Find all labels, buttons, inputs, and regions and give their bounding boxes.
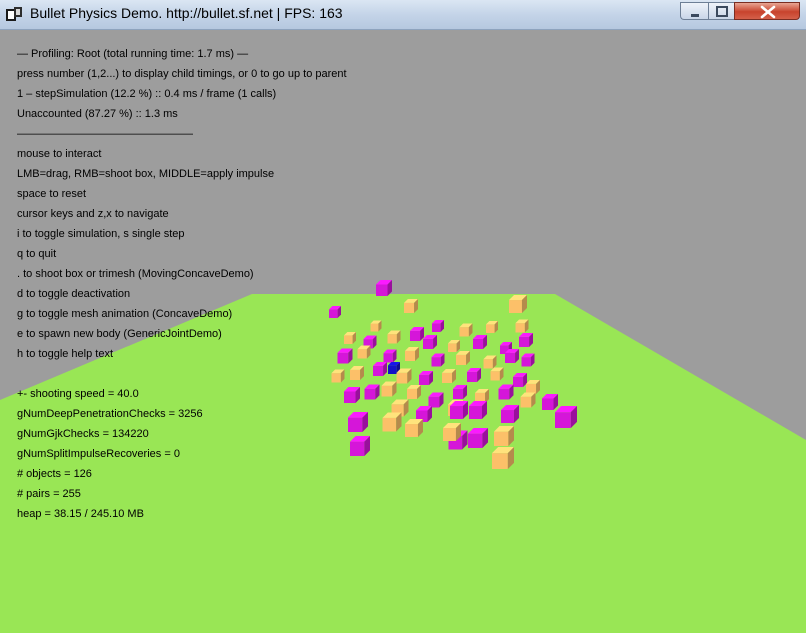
physics-box: [376, 280, 392, 296]
minimize-button[interactable]: [680, 2, 708, 20]
physics-box: [382, 412, 402, 432]
hud-line: gNumSplitImpulseRecoveries = 0: [17, 448, 180, 460]
physics-box: [509, 295, 527, 313]
physics-box: [459, 323, 473, 337]
title-bar[interactable]: Bullet Physics Demo. http://bullet.sf.ne…: [0, 0, 806, 30]
window-title: Bullet Physics Demo. http://bullet.sf.ne…: [30, 5, 343, 21]
hud-line: gNumDeepPenetrationChecks = 3256: [17, 408, 203, 420]
maximize-icon: [716, 6, 728, 17]
physics-box: [467, 368, 481, 382]
physics-box: [396, 368, 412, 384]
close-icon: [760, 5, 776, 19]
physics-box: [348, 412, 368, 432]
physics-box: [350, 436, 370, 456]
physics-box: [490, 367, 504, 381]
physics-box: [483, 355, 497, 369]
physics-box: [494, 426, 514, 446]
physics-box: [383, 349, 397, 363]
hud-line: # pairs = 255: [17, 488, 81, 500]
physics-box: [450, 401, 468, 419]
physics-box: [405, 419, 423, 437]
physics-box: [501, 405, 519, 423]
physics-box: [432, 320, 444, 332]
physics-box: [475, 389, 489, 403]
physics-box: [521, 353, 535, 367]
hud-line: e to spawn new body (GenericJointDemo): [17, 328, 222, 340]
physics-box: [373, 362, 387, 376]
hud-line: gNumGjkChecks = 134220: [17, 428, 149, 440]
physics-box: [448, 340, 460, 352]
hud-line: — Profiling: Root (total running time: 1…: [17, 48, 249, 60]
physics-box: [428, 392, 444, 408]
physics-box: [526, 380, 540, 394]
physics-box: [404, 299, 418, 313]
physics-box: [344, 387, 360, 403]
hud-line: cursor keys and z,x to navigate: [17, 208, 169, 220]
hud-line: +- shooting speed = 40.0: [17, 388, 139, 400]
physics-box: [492, 447, 514, 469]
hud-line: mouse to interact: [17, 148, 102, 160]
hud-line: space to reset: [17, 188, 87, 200]
physics-box: [443, 423, 461, 441]
physics-box: [453, 385, 467, 399]
physics-box: [337, 348, 353, 364]
hud-line: ————————————————: [17, 128, 193, 140]
physics-box: [498, 384, 514, 400]
hud-line: i to toggle simulation, s single step: [17, 228, 185, 240]
physics-box: [505, 349, 519, 363]
bullet-app-icon: [6, 7, 22, 21]
maximize-button[interactable]: [708, 2, 734, 20]
physics-box: [331, 369, 345, 383]
physics-box: [381, 381, 397, 397]
hud-line: g to toggle mesh animation (ConcaveDemo): [17, 308, 233, 320]
physics-box: [542, 394, 558, 410]
hud-line: q to quit: [17, 248, 57, 260]
physics-box: [520, 392, 536, 408]
physics-box: [431, 353, 445, 367]
hud-line: . to shoot box or trimesh (MovingConcave…: [17, 268, 254, 280]
physics-box: [329, 306, 341, 318]
physics-box: [419, 371, 433, 385]
hud-line: d to toggle deactivation: [17, 288, 131, 300]
3d-viewport[interactable]: — Profiling: Root (total running time: 1…: [0, 30, 806, 633]
hud-line: # objects = 126: [17, 468, 92, 480]
physics-box: [387, 330, 401, 344]
physics-box: [515, 319, 529, 333]
physics-box: [456, 351, 470, 365]
physics-box: [513, 373, 527, 387]
physics-box: [410, 327, 424, 341]
physics-box: [407, 385, 421, 399]
physics-box: [486, 321, 498, 333]
physics-box: [468, 428, 488, 448]
hud-line: h to toggle help text: [17, 348, 114, 360]
hud-line: LMB=drag, RMB=shoot box, MIDDLE=apply im…: [17, 168, 275, 180]
physics-box: [519, 333, 533, 347]
hud-line: 1 – stepSimulation (12.2 %) :: 0.4 ms / …: [17, 88, 277, 100]
physics-box: [350, 366, 364, 380]
minimize-icon: [691, 14, 699, 17]
hud-line: press number (1,2...) to display child t…: [17, 68, 347, 80]
physics-box: [370, 320, 382, 332]
physics-box: [423, 335, 437, 349]
physics-box: [364, 384, 380, 400]
close-button[interactable]: [734, 2, 800, 20]
physics-box: [405, 347, 419, 361]
physics-box: [344, 332, 356, 344]
physics-box: [469, 401, 487, 419]
hud-line: Unaccounted (87.27 %) :: 1.3 ms: [17, 108, 178, 120]
hud-line: heap = 38.15 / 245.10 MB: [17, 508, 144, 520]
physics-box: [555, 406, 577, 428]
physics-box: [357, 345, 371, 359]
physics-box: [442, 369, 456, 383]
physics-box: [473, 335, 487, 349]
